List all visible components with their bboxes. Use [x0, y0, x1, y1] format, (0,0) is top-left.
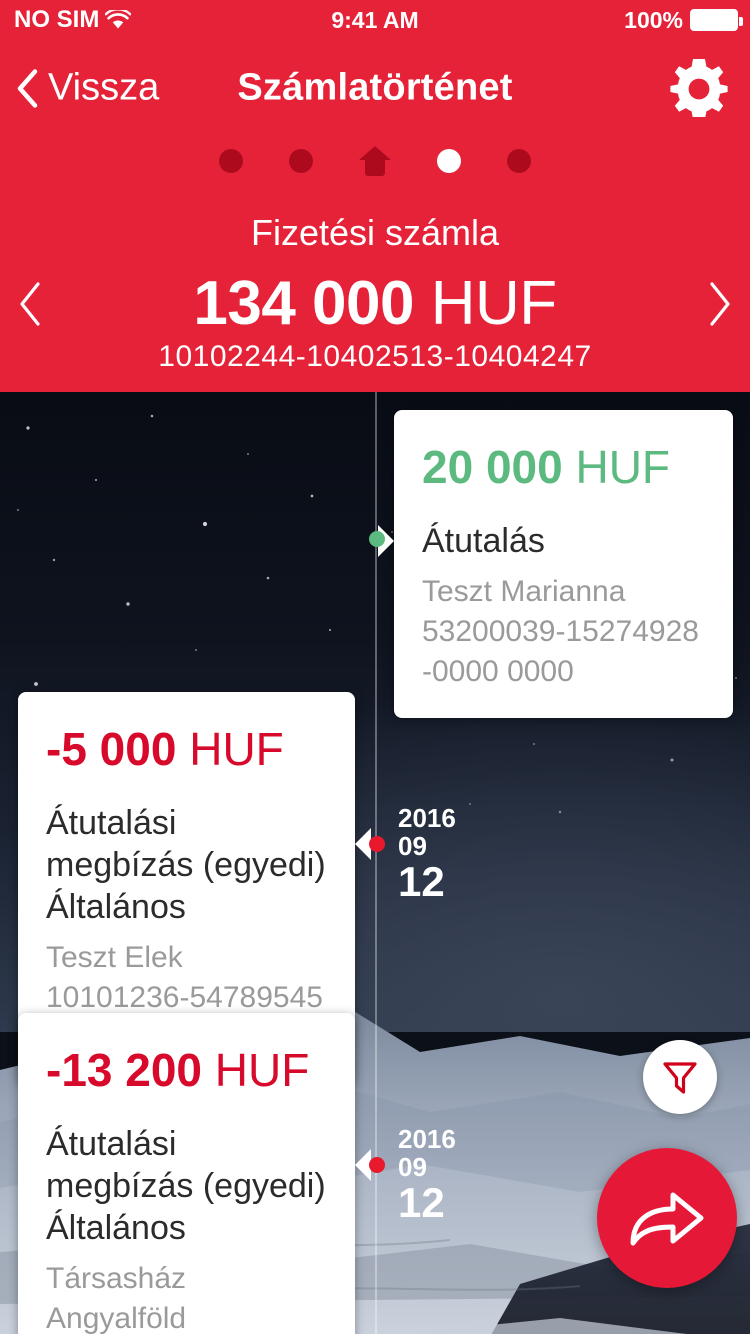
pager-dot-1[interactable] [219, 149, 243, 173]
account-pager[interactable] [0, 146, 750, 176]
pager-dot-home[interactable] [359, 146, 391, 176]
amount-currency: HUF [189, 723, 284, 775]
transaction-date: 2016 09 12 [398, 1126, 456, 1224]
date-month: 09 [398, 1152, 427, 1182]
funnel-filter-icon [663, 1062, 697, 1094]
chevron-left-icon [20, 282, 40, 326]
previous-account-button[interactable] [0, 280, 60, 328]
amount-currency: HUF [214, 1044, 310, 1096]
account-balance-row: 134 000 HUF [0, 268, 750, 340]
balance-amount: 134 000 [193, 269, 414, 338]
transaction-amount: 20 000 HUF [422, 440, 705, 494]
amount-value: -13 200 [46, 1044, 203, 1096]
header: NO SIM 9:41 AM 100% Vissza Számlatörténe… [0, 0, 750, 392]
share-arrow-icon [630, 1192, 704, 1246]
transaction-party: Teszt Marianna [422, 575, 626, 608]
gear-icon [670, 59, 728, 119]
transaction-date: 2016 09 12 [398, 805, 456, 903]
amount-value: -5 000 [46, 723, 177, 775]
status-bar: NO SIM 9:41 AM 100% [0, 0, 750, 40]
date-day: 12 [398, 1179, 445, 1226]
home-icon [359, 146, 391, 176]
timeline-dot [369, 836, 385, 852]
timeline-dot [369, 1157, 385, 1173]
date-month: 09 [398, 831, 427, 861]
page-title: Számlatörténet [237, 66, 513, 109]
transaction-party: Teszt Elek [46, 941, 183, 974]
pager-dot-2[interactable] [289, 149, 313, 173]
transfer-button[interactable] [597, 1148, 737, 1288]
account-number: 10102244-10402513-10404247 [158, 340, 592, 373]
date-year: 2016 [398, 1124, 456, 1154]
date-year: 2016 [398, 803, 456, 833]
pager-dot-active[interactable] [437, 149, 461, 173]
pager-dot-5[interactable] [507, 149, 531, 173]
transaction-title: Átutalási megbízás (egyedi) Általános [46, 804, 326, 926]
filter-button[interactable] [643, 1040, 717, 1114]
transaction-party: Társasház Angyalföld [46, 1262, 187, 1334]
date-day: 12 [398, 858, 445, 905]
settings-button[interactable] [670, 59, 728, 119]
nav-bar: Vissza Számlatörténet [0, 48, 750, 128]
account-balance: 134 000 HUF [60, 268, 690, 340]
next-account-button[interactable] [690, 280, 750, 328]
amount-currency: HUF [575, 441, 671, 493]
battery-percent-label: 100% [624, 6, 683, 33]
transaction-card[interactable]: 20 000 HUF Átutalás Teszt Marianna 53200… [378, 410, 733, 718]
status-bar-right: 100% [624, 6, 743, 34]
transaction-amount: -13 200 HUF [46, 1043, 327, 1097]
transaction-card[interactable]: -13 200 HUF Átutalási megbízás (egyedi) … [18, 1013, 371, 1334]
transaction-title: Átutalási megbízás (egyedi) Általános [46, 1125, 326, 1247]
transaction-account-number: 53200039-15274928-0000 0000 [422, 615, 699, 688]
battery-full-icon [690, 9, 743, 31]
balance-currency: HUF [430, 269, 557, 338]
chevron-right-icon [710, 282, 730, 326]
app-root: NO SIM 9:41 AM 100% Vissza Számlatörténe… [0, 0, 750, 1334]
timeline-dot [369, 531, 385, 547]
transaction-title: Átutalás [422, 522, 545, 560]
amount-value: 20 000 [422, 441, 563, 493]
account-name: Fizetési számla [250, 212, 500, 253]
transaction-amount: -5 000 HUF [46, 722, 327, 776]
